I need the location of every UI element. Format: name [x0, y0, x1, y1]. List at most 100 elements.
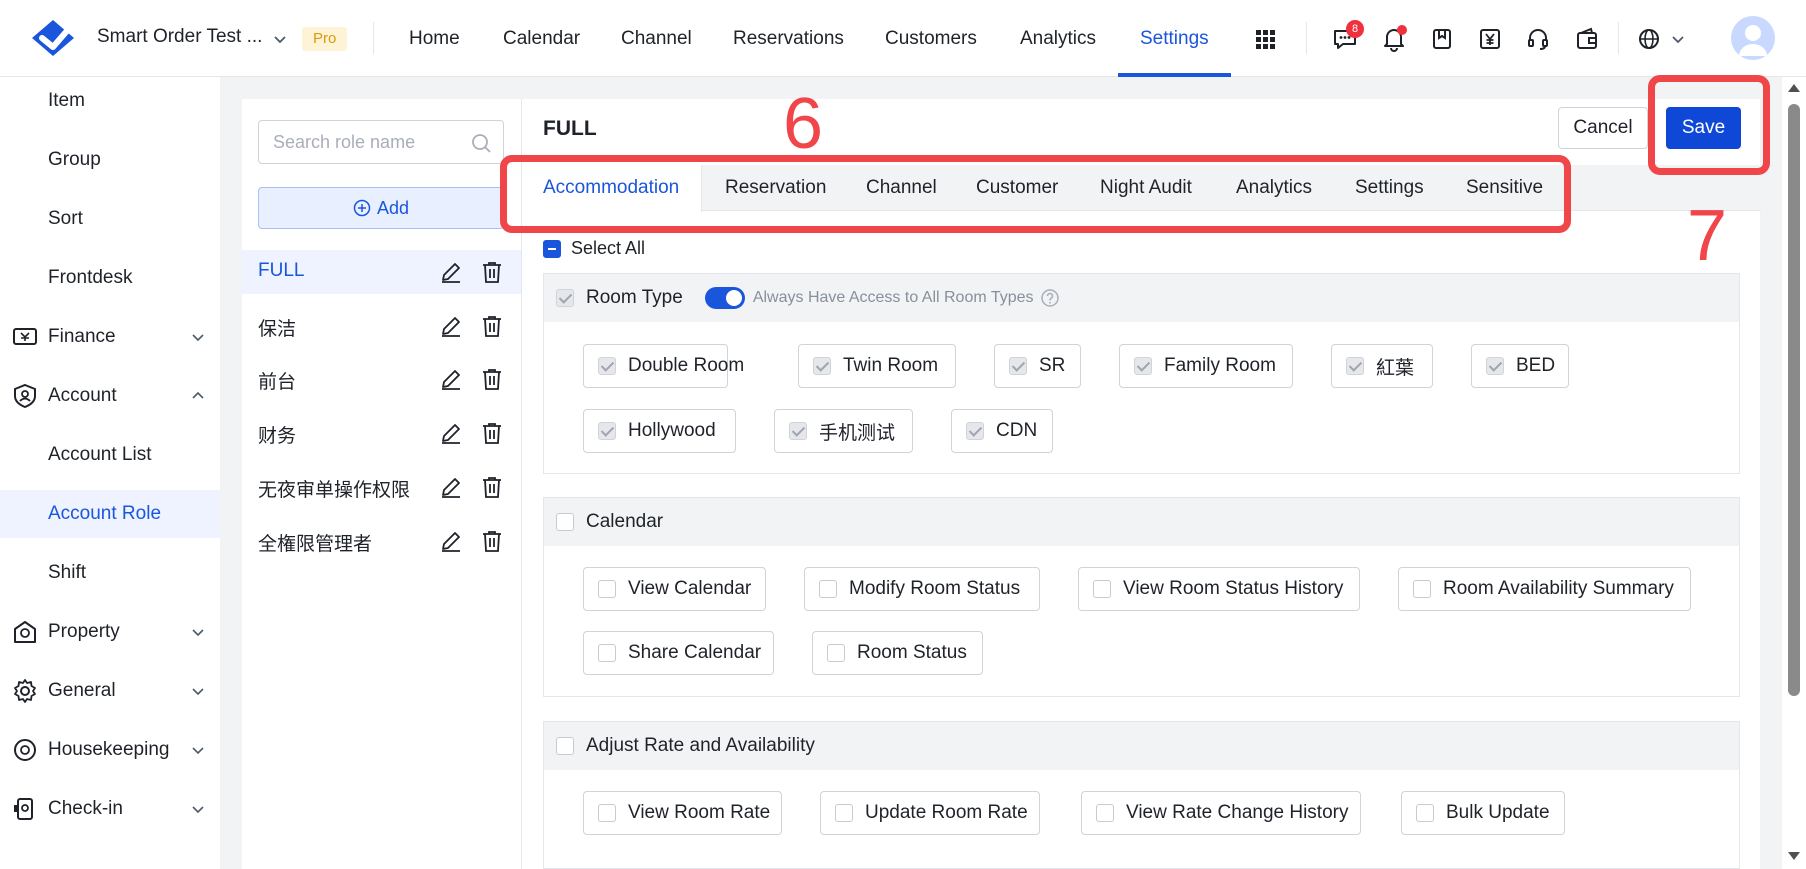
sidebar-item-group[interactable]: Group: [0, 136, 220, 184]
search-icon[interactable]: [470, 132, 492, 154]
permission-tabs: Accommodation Reservation Channel Custom…: [522, 165, 1761, 212]
app-logo-icon[interactable]: [28, 16, 78, 60]
edit-icon[interactable]: [439, 475, 463, 499]
role-item[interactable]: 保洁: [242, 304, 521, 348]
trash-icon[interactable]: [480, 475, 504, 499]
role-item[interactable]: 全権限管理者: [242, 519, 521, 563]
bookmark-icon[interactable]: [1428, 25, 1456, 53]
sidebar-item-shift[interactable]: Shift: [0, 549, 220, 597]
edit-icon[interactable]: [439, 367, 463, 391]
role-item[interactable]: 无夜审单操作权限: [242, 465, 521, 509]
notification-dot: [1397, 25, 1407, 35]
role-item[interactable]: 前台: [242, 357, 521, 401]
sidebar-item-housekeeping[interactable]: Housekeeping: [0, 726, 220, 774]
option-label: SR: [1039, 355, 1066, 376]
nav-settings[interactable]: Settings: [1140, 0, 1209, 77]
permission-option[interactable]: Share Calendar: [583, 631, 774, 675]
tab-channel[interactable]: Channel: [866, 165, 937, 211]
permission-option[interactable]: Hollywood: [583, 409, 736, 453]
permission-option[interactable]: Family Room: [1119, 344, 1293, 388]
apps-grid-icon[interactable]: [1251, 25, 1279, 53]
trash-icon[interactable]: [480, 260, 504, 284]
trash-icon[interactable]: [480, 529, 504, 553]
cancel-button[interactable]: Cancel: [1558, 107, 1648, 149]
scroll-up-arrow-icon[interactable]: [1788, 84, 1800, 92]
all-room-types-toggle[interactable]: [704, 287, 745, 309]
chevron-down-icon[interactable]: [1670, 31, 1686, 47]
sidebar-item-sort[interactable]: Sort: [0, 195, 220, 243]
tab-accommodation[interactable]: Accommodation: [522, 165, 703, 212]
permission-option[interactable]: BED: [1471, 344, 1569, 388]
permission-option[interactable]: 紅葉: [1331, 344, 1433, 388]
permission-option[interactable]: 手机测试: [774, 409, 913, 453]
permission-option[interactable]: View Calendar: [583, 567, 766, 611]
nav-home[interactable]: Home: [409, 0, 460, 77]
sidebar-item-property[interactable]: Property: [0, 608, 220, 656]
role-search-input[interactable]: [273, 121, 463, 163]
nav-analytics[interactable]: Analytics: [1020, 0, 1096, 77]
headset-icon[interactable]: [1524, 25, 1552, 53]
permission-option[interactable]: Room Status: [812, 631, 983, 675]
sidebar-item-label: Item: [48, 90, 85, 111]
save-button[interactable]: Save: [1666, 107, 1741, 149]
role-item[interactable]: 财务: [242, 411, 521, 455]
tab-reservation[interactable]: Reservation: [725, 165, 826, 211]
edit-icon[interactable]: [439, 529, 463, 553]
user-avatar[interactable]: [1731, 16, 1775, 60]
sidebar-item-general[interactable]: General: [0, 667, 220, 715]
permission-option[interactable]: Double Room: [583, 344, 744, 388]
permission-option[interactable]: Bulk Update: [1401, 791, 1565, 835]
permission-option[interactable]: Modify Room Status: [804, 567, 1040, 611]
sidebar-item-item[interactable]: Item: [0, 77, 220, 125]
nav-reservations[interactable]: Reservations: [733, 0, 844, 77]
scroll-down-arrow-icon[interactable]: [1788, 852, 1800, 860]
permission-option[interactable]: View Rate Change History: [1081, 791, 1361, 835]
checkbox[interactable]: [543, 239, 561, 258]
scrollbar-thumb[interactable]: [1788, 104, 1800, 696]
sidebar-item-label: Sort: [48, 208, 83, 229]
trash-icon[interactable]: [480, 421, 504, 445]
property-name[interactable]: Smart Order Test ...: [97, 26, 262, 48]
sidebar-item-account-list[interactable]: Account List: [0, 431, 220, 479]
edit-icon[interactable]: [439, 421, 463, 445]
nav-customers[interactable]: Customers: [885, 0, 977, 77]
sidebar-item-account[interactable]: Account: [0, 372, 220, 420]
edit-icon[interactable]: [439, 260, 463, 284]
nav-calendar[interactable]: Calendar: [503, 0, 580, 77]
chevron-down-icon[interactable]: [272, 31, 288, 47]
tab-customer[interactable]: Customer: [976, 165, 1058, 211]
checkbox[interactable]: [556, 737, 574, 755]
permission-option[interactable]: Room Availability Summary: [1398, 567, 1691, 611]
tab-settings[interactable]: Settings: [1355, 165, 1424, 211]
edit-icon[interactable]: [439, 314, 463, 338]
option-label: Share Calendar: [628, 642, 762, 663]
tab-analytics[interactable]: Analytics: [1236, 165, 1312, 211]
role-item-full[interactable]: FULL: [242, 250, 521, 294]
permission-option[interactable]: Twin Room: [798, 344, 956, 388]
select-all-checkbox[interactable]: Select All: [543, 238, 645, 259]
permission-option[interactable]: Update Room Rate: [820, 791, 1040, 835]
sidebar-item-finance[interactable]: Finance: [0, 313, 220, 361]
nav-channel[interactable]: Channel: [621, 0, 692, 77]
permission-option[interactable]: View Room Status History: [1078, 567, 1360, 611]
checkbox: [556, 289, 574, 307]
tab-night-audit[interactable]: Night Audit: [1100, 165, 1192, 211]
yen-invoice-icon[interactable]: [1476, 25, 1504, 53]
globe-icon[interactable]: [1635, 25, 1663, 53]
sidebar-item-label: Shift: [48, 562, 87, 583]
sidebar-item-frontdesk[interactable]: Frontdesk: [0, 254, 220, 302]
sidebar-item-account-role[interactable]: Account Role: [0, 490, 220, 538]
permission-option[interactable]: CDN: [951, 409, 1053, 453]
permission-option[interactable]: SR: [994, 344, 1081, 388]
help-icon[interactable]: [1040, 288, 1060, 308]
wallet-icon[interactable]: [1573, 25, 1601, 53]
nav-divider: [373, 22, 374, 54]
trash-icon[interactable]: [480, 367, 504, 391]
trash-icon[interactable]: [480, 314, 504, 338]
add-role-button[interactable]: Add: [258, 187, 504, 229]
sidebar-item-label: Group: [48, 149, 101, 170]
sidebar-item-check-in[interactable]: Check-in: [0, 785, 220, 833]
permission-option[interactable]: View Room Rate: [583, 791, 782, 835]
checkbox[interactable]: [556, 513, 574, 531]
tab-sensitive[interactable]: Sensitive: [1466, 165, 1543, 211]
